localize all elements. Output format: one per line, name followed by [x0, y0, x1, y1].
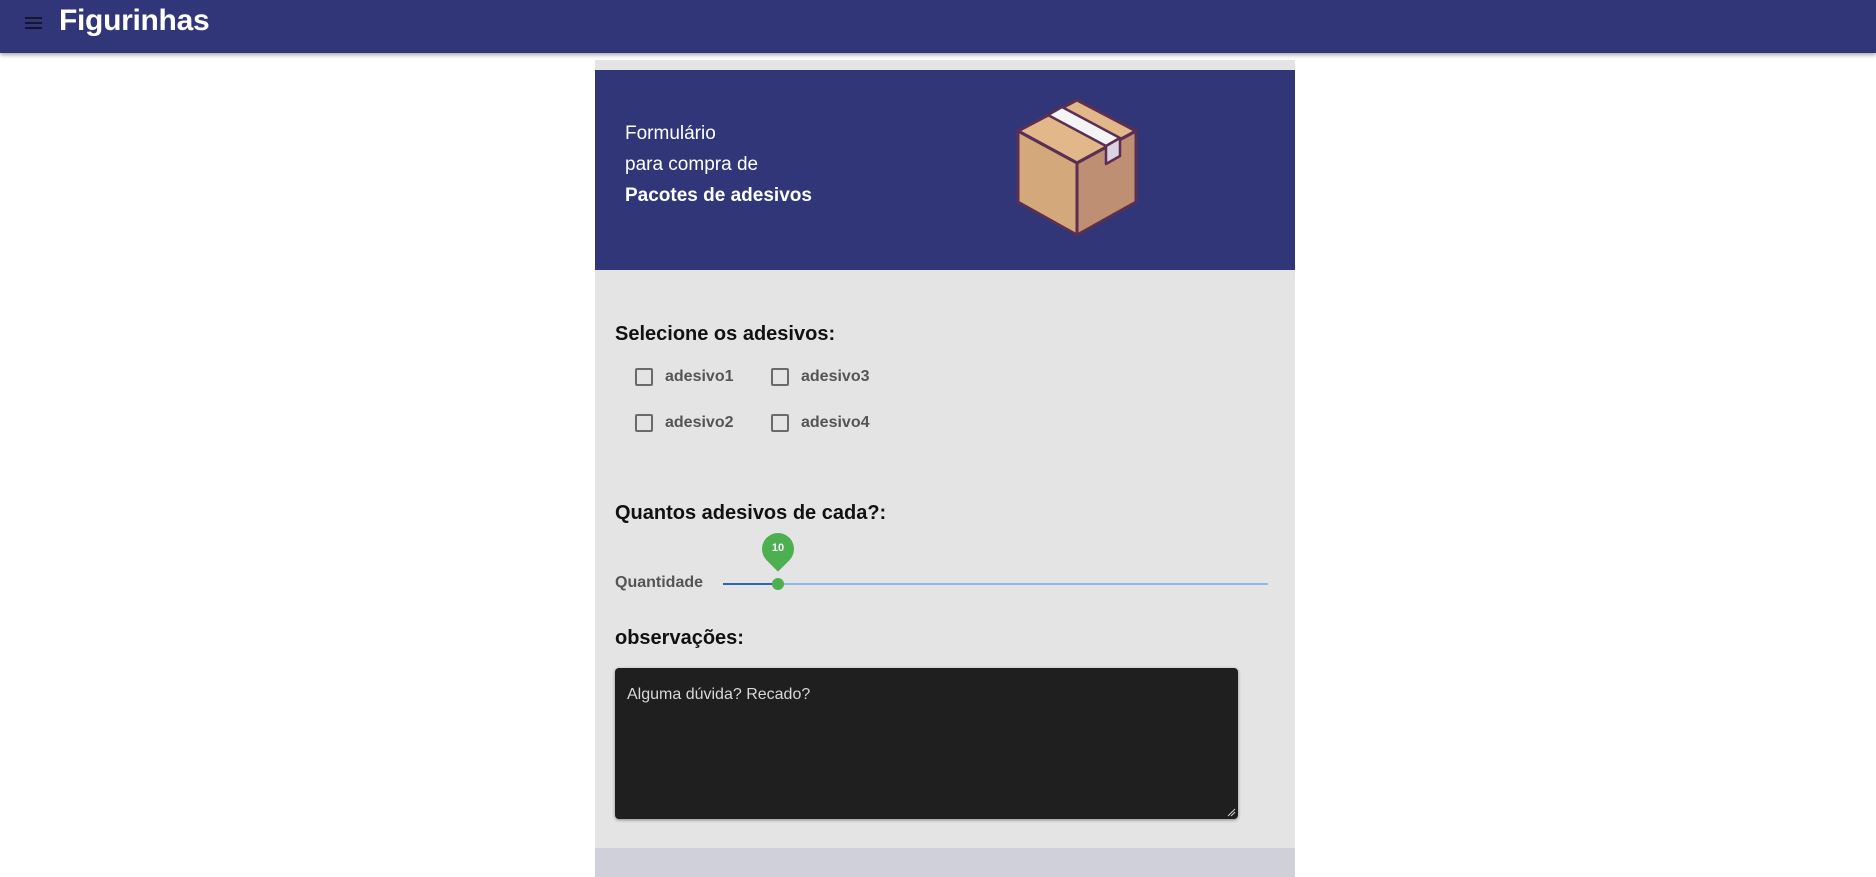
quantity-section-title: Quantos adesivos de cada?: — [615, 502, 887, 524]
quantity-slider[interactable]: 10 — [723, 526, 1268, 590]
form-header-text: Formulário para compra de Pacotes de ade… — [625, 118, 812, 211]
checkbox-adesivo1[interactable]: adesivo1 — [635, 368, 733, 386]
slider-value-text: 10 — [771, 542, 785, 554]
form-header-banner: Formulário para compra de Pacotes de ade… — [595, 70, 1295, 270]
notes-textarea[interactable]: Alguma dúvida? Recado? — [615, 668, 1238, 819]
checkbox-box[interactable] — [771, 414, 789, 432]
slider-thumb[interactable] — [772, 578, 784, 590]
slider-fill — [723, 583, 778, 585]
checkbox-box[interactable] — [635, 414, 653, 432]
checkbox-label: adesivo1 — [665, 368, 734, 385]
stickers-section-title: Selecione os adesivos: — [615, 323, 836, 345]
header-line-2: para compra de — [625, 154, 759, 175]
package-box-icon — [1016, 98, 1138, 237]
resize-handle-icon[interactable] — [1226, 807, 1236, 817]
card-top-strip — [595, 60, 1295, 70]
header-line-1: Formulário — [625, 123, 716, 144]
notes-section-title: observações: — [615, 627, 744, 649]
checkbox-box[interactable] — [635, 368, 653, 386]
menu-icon[interactable] — [22, 12, 46, 32]
card-footer — [595, 848, 1295, 877]
checkbox-box[interactable] — [771, 368, 789, 386]
checkbox-label: adesivo2 — [665, 414, 734, 431]
app-title: Figurinhas — [59, 4, 210, 37]
checkbox-adesivo4[interactable]: adesivo4 — [771, 414, 869, 432]
checkbox-label: adesivo4 — [801, 414, 870, 431]
quantity-label: Quantidade — [615, 574, 704, 591]
notes-placeholder: Alguma dúvida? Recado? — [627, 686, 811, 703]
top-app-bar: Figurinhas — [0, 0, 1876, 53]
checkbox-label: adesivo3 — [801, 368, 870, 385]
purchase-form-card: Formulário para compra de Pacotes de ade… — [595, 60, 1295, 877]
header-line-3: Pacotes de adesivos — [625, 185, 812, 206]
checkbox-adesivo2[interactable]: adesivo2 — [635, 414, 733, 432]
checkbox-adesivo3[interactable]: adesivo3 — [771, 368, 869, 386]
